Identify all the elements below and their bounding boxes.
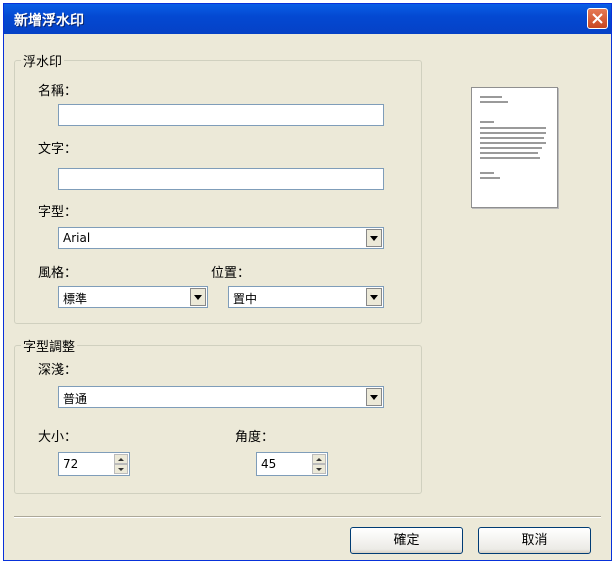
text-input[interactable] xyxy=(58,168,384,190)
size-spinner-value: 72 xyxy=(63,457,79,471)
button-separator xyxy=(14,516,601,518)
name-input[interactable] xyxy=(58,104,384,126)
preview-line xyxy=(480,137,544,139)
font-label: 字型： xyxy=(38,205,78,220)
position-label: 位置： xyxy=(211,266,251,281)
shade-select-value: 普通 xyxy=(63,392,88,406)
name-label: 名稱： xyxy=(38,84,78,99)
preview-line xyxy=(480,101,508,103)
preview-line xyxy=(480,147,542,149)
font-select[interactable]: Arial xyxy=(58,227,384,249)
shade-label: 深淺： xyxy=(38,363,78,378)
position-select-value: 置中 xyxy=(233,292,258,306)
preview-line xyxy=(480,121,494,123)
spin-arrows-icon xyxy=(114,454,128,474)
font-adjust-group-legend: 字型調整 xyxy=(23,340,76,355)
chevron-down-icon[interactable] xyxy=(190,288,206,306)
angle-spinner-value: 45 xyxy=(261,457,277,471)
preview-line xyxy=(480,152,538,154)
spin-arrows-icon xyxy=(312,454,326,474)
spin-down-button[interactable] xyxy=(312,464,326,474)
size-label: 大小： xyxy=(38,430,78,445)
preview-line xyxy=(480,172,494,174)
watermark-dialog: 新增浮水印 浮水印 名稱： 文字： 字型： Arial 風格： 標準 位置： 置… xyxy=(3,3,612,561)
angle-label: 角度： xyxy=(235,430,275,445)
dialog-title: 新增浮水印 xyxy=(14,13,84,29)
close-icon xyxy=(592,13,603,24)
close-button[interactable] xyxy=(587,8,608,29)
spin-up-button[interactable] xyxy=(312,454,326,464)
preview-line xyxy=(480,132,546,134)
style-select[interactable]: 標準 xyxy=(58,286,208,308)
watermark-group-legend: 浮水印 xyxy=(23,55,63,70)
watermark-preview xyxy=(471,87,558,208)
position-select[interactable]: 置中 xyxy=(228,286,384,308)
preview-line xyxy=(480,127,546,129)
chevron-down-icon[interactable] xyxy=(366,388,382,406)
preview-line xyxy=(480,142,546,144)
preview-line xyxy=(480,96,502,98)
angle-spinner[interactable]: 45 xyxy=(256,452,328,476)
preview-line xyxy=(480,177,500,179)
chevron-down-icon[interactable] xyxy=(366,288,382,306)
spin-down-button[interactable] xyxy=(114,464,128,474)
title-bar: 新增浮水印 xyxy=(4,4,611,34)
font-select-value: Arial xyxy=(63,231,91,245)
size-spinner[interactable]: 72 xyxy=(58,452,130,476)
style-select-value: 標準 xyxy=(63,292,88,306)
chevron-down-icon[interactable] xyxy=(366,229,382,247)
shade-select[interactable]: 普通 xyxy=(58,386,384,408)
ok-button[interactable]: 確定 xyxy=(350,527,463,554)
preview-line xyxy=(480,157,540,159)
style-label: 風格： xyxy=(38,266,78,281)
text-label: 文字： xyxy=(38,142,78,157)
cancel-button[interactable]: 取消 xyxy=(478,527,591,554)
spin-up-button[interactable] xyxy=(114,454,128,464)
